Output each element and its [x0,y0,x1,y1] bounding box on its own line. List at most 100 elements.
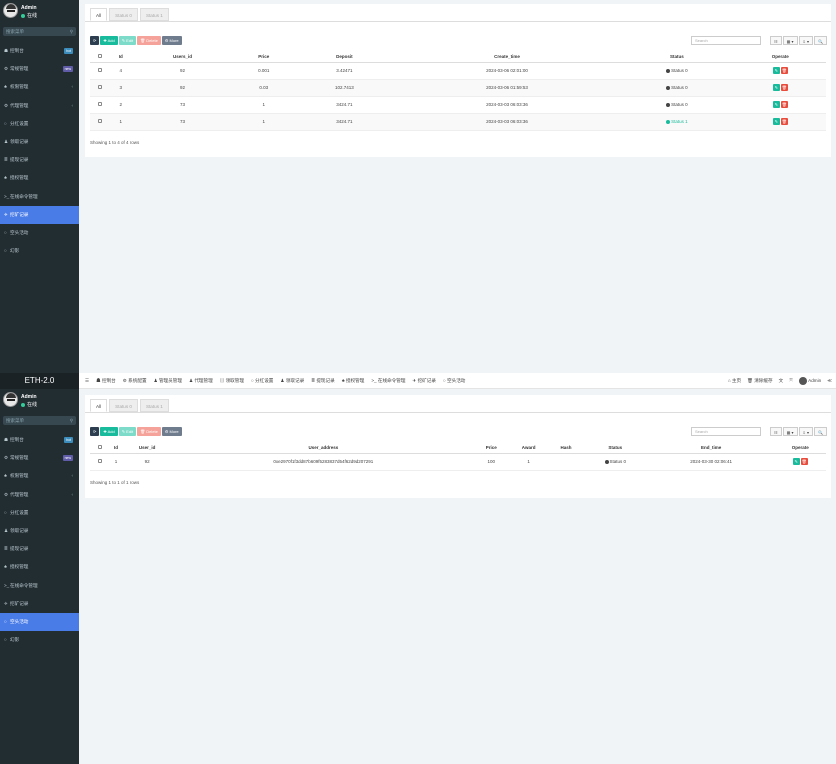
sidebar-item-4[interactable]: ○ 分红设置 [0,115,79,133]
column-header[interactable]: End_time [647,443,775,454]
column-header[interactable]: Status [619,52,735,63]
delete-button[interactable]: 🗑 Delete [137,427,161,436]
edit-row-icon[interactable]: ✎ [772,84,780,91]
top-nav-item-8[interactable]: ≣ 提现记录 [311,378,335,383]
sidebar-item-6[interactable]: ≣ 提现记录 [0,151,79,169]
export-button[interactable]: ⇩ ▾ [798,36,814,45]
tab-status-0[interactable]: Status 0 [109,8,138,21]
checkbox-icon[interactable] [98,102,102,106]
row-checkbox[interactable] [90,96,110,114]
refresh-button[interactable]: ⟳ [90,427,100,436]
row-checkbox[interactable] [90,62,110,80]
sidebar-item-11[interactable]: ○ 幻影 [0,242,79,260]
clear-cache-link[interactable]: 🗑 清除缓存 [747,378,772,383]
column-header[interactable]: Award [507,443,550,454]
column-header[interactable]: Users_id [131,52,234,63]
column-header[interactable]: User_address [172,443,475,454]
sidebar-item-1[interactable]: ⚙ 常规管理 new [0,449,79,467]
select-all-checkbox[interactable] [90,443,110,454]
column-header[interactable]: Deposit [294,52,395,63]
edit-row-icon[interactable]: ✎ [792,458,800,465]
checkbox-icon[interactable] [98,85,102,89]
column-header[interactable]: Status [582,443,648,454]
user-menu[interactable]: Admin [798,376,821,385]
top-nav-item-11[interactable]: ✈ 挖矿记录 [412,378,436,383]
sidebar-item-5[interactable]: ♟ 领取记录 [0,133,79,151]
table-search-input[interactable]: Search [691,427,761,436]
avatar[interactable] [3,392,18,407]
sidebar-item-11[interactable]: ○ 幻影 [0,631,79,649]
tab-status-1[interactable]: Status 1 [139,8,169,21]
export-button[interactable]: ⇩ ▾ [798,427,814,436]
table-row[interactable]: 2 73 1 3424.71 2024-03-03 06:03:36 Status 0 ✎ 🗑 [90,96,826,114]
row-checkbox[interactable] [90,453,110,471]
top-nav-item-3[interactable]: ♟ 管理员管理 [154,378,182,383]
column-header[interactable]: Price [233,52,294,63]
edit-button[interactable]: ✎ Edit [118,427,137,436]
refresh-button[interactable]: ⟳ [90,36,100,45]
column-header[interactable]: Id [110,52,132,63]
columns-button[interactable]: ▦ ▾ [782,36,798,45]
delete-row-icon[interactable]: 🗑 [780,101,788,108]
top-nav-item-4[interactable]: ♟ 代理管理 [189,378,213,383]
column-header[interactable]: Operate [774,443,826,454]
checkbox-icon[interactable] [98,445,102,450]
table-row[interactable]: 3 92 0.03 102.7413 2024-03-06 01:59:53 Status… [90,79,826,97]
column-header[interactable]: Hash [549,443,583,454]
table-search-input[interactable]: Search [691,36,761,45]
toggle-view-button[interactable]: ☷ [770,427,782,436]
more-button[interactable]: ⚙ More [161,427,182,436]
row-checkbox[interactable] [90,113,110,131]
top-nav-item-1[interactable]: ☗ 控制台 [96,378,116,383]
delete-row-icon[interactable]: 🗑 [780,118,788,125]
select-all-checkbox[interactable] [90,52,110,63]
brand-logo[interactable]: ETH-2.0 [0,373,79,389]
delete-row-icon[interactable]: 🗑 [800,458,808,465]
tab-status-0[interactable]: Status 0 [109,399,138,412]
collapse-icon[interactable]: ≪ [827,378,832,383]
edit-row-icon[interactable]: ✎ [772,67,780,74]
column-header[interactable]: Operate [734,52,826,63]
top-nav-item-6[interactable]: ○ 分红设置 [251,378,273,383]
sidebar-item-3[interactable]: ⚙ 代理管理 ‹ [0,486,79,504]
menu-search-input[interactable]: 搜索菜单 ⚲ [3,416,76,425]
fullscreen-icon[interactable]: ⤧ [789,378,793,383]
tab-all[interactable]: All [90,8,108,21]
add-button[interactable]: ✚ Add [100,36,118,45]
table-row[interactable]: 1 73 1 3424.71 2024-03-03 06:03:36 Status 1 ✎ 🗑 [90,113,826,131]
sidebar-item-1[interactable]: ⚙ 常规管理 new [0,60,79,78]
home-link[interactable]: ⌂ 主页 [728,378,741,383]
sidebar-item-9[interactable]: ✈ 挖矿记录 [0,205,79,224]
top-nav-item-9[interactable]: ♣ 授权管理 [342,378,365,383]
table-row[interactable]: 4 92 0.001 3.42471 2024-03-06 02:01:00 Status… [90,62,826,80]
sidebar-item-4[interactable]: ○ 分红设置 [0,504,79,522]
checkbox-icon[interactable] [98,68,102,72]
sidebar-item-6[interactable]: ≣ 提现记录 [0,540,79,558]
search-icon[interactable]: ⚲ [70,27,73,36]
search-icon[interactable]: ⚲ [70,416,73,425]
avatar[interactable] [3,3,18,18]
add-button[interactable]: ✚ Add [100,427,118,436]
sidebar-item-3[interactable]: ⚙ 代理管理 ‹ [0,97,79,115]
sidebar-item-10[interactable]: ○ 空头活动 [0,224,79,242]
column-header[interactable]: Price [474,443,508,454]
sidebar-item-10[interactable]: ○ 空头活动 [0,612,79,632]
edit-row-icon[interactable]: ✎ [772,101,780,108]
top-nav-item-12[interactable]: ○ 空头活动 [443,378,465,383]
edit-button[interactable]: ✎ Edit [118,36,137,45]
sidebar-item-5[interactable]: ♟ 领取记录 [0,522,79,540]
top-nav-item-7[interactable]: ♟ 领取记录 [280,378,304,383]
sidebar-item-7[interactable]: ♣ 授权管理 [0,169,79,187]
sidebar-item-0[interactable]: ☗ 控制台 hot [0,42,79,60]
checkbox-icon[interactable] [98,119,102,123]
sidebar-item-8[interactable]: >_在线命令管理 [0,188,79,206]
checkbox-icon[interactable] [98,54,102,59]
more-button[interactable]: ⚙ More [161,36,182,45]
menu-search-input[interactable]: 搜索菜单 ⚲ [3,27,76,36]
top-nav-item-5[interactable]: ▤ 领取管理 [220,378,244,383]
sidebar-item-2[interactable]: ♣ 权限管理 ‹ [0,78,79,96]
top-nav-item-0[interactable]: ☰ [85,378,89,383]
row-checkbox[interactable] [90,79,110,97]
checkbox-icon[interactable] [98,459,102,463]
delete-row-icon[interactable]: 🗑 [780,84,788,91]
